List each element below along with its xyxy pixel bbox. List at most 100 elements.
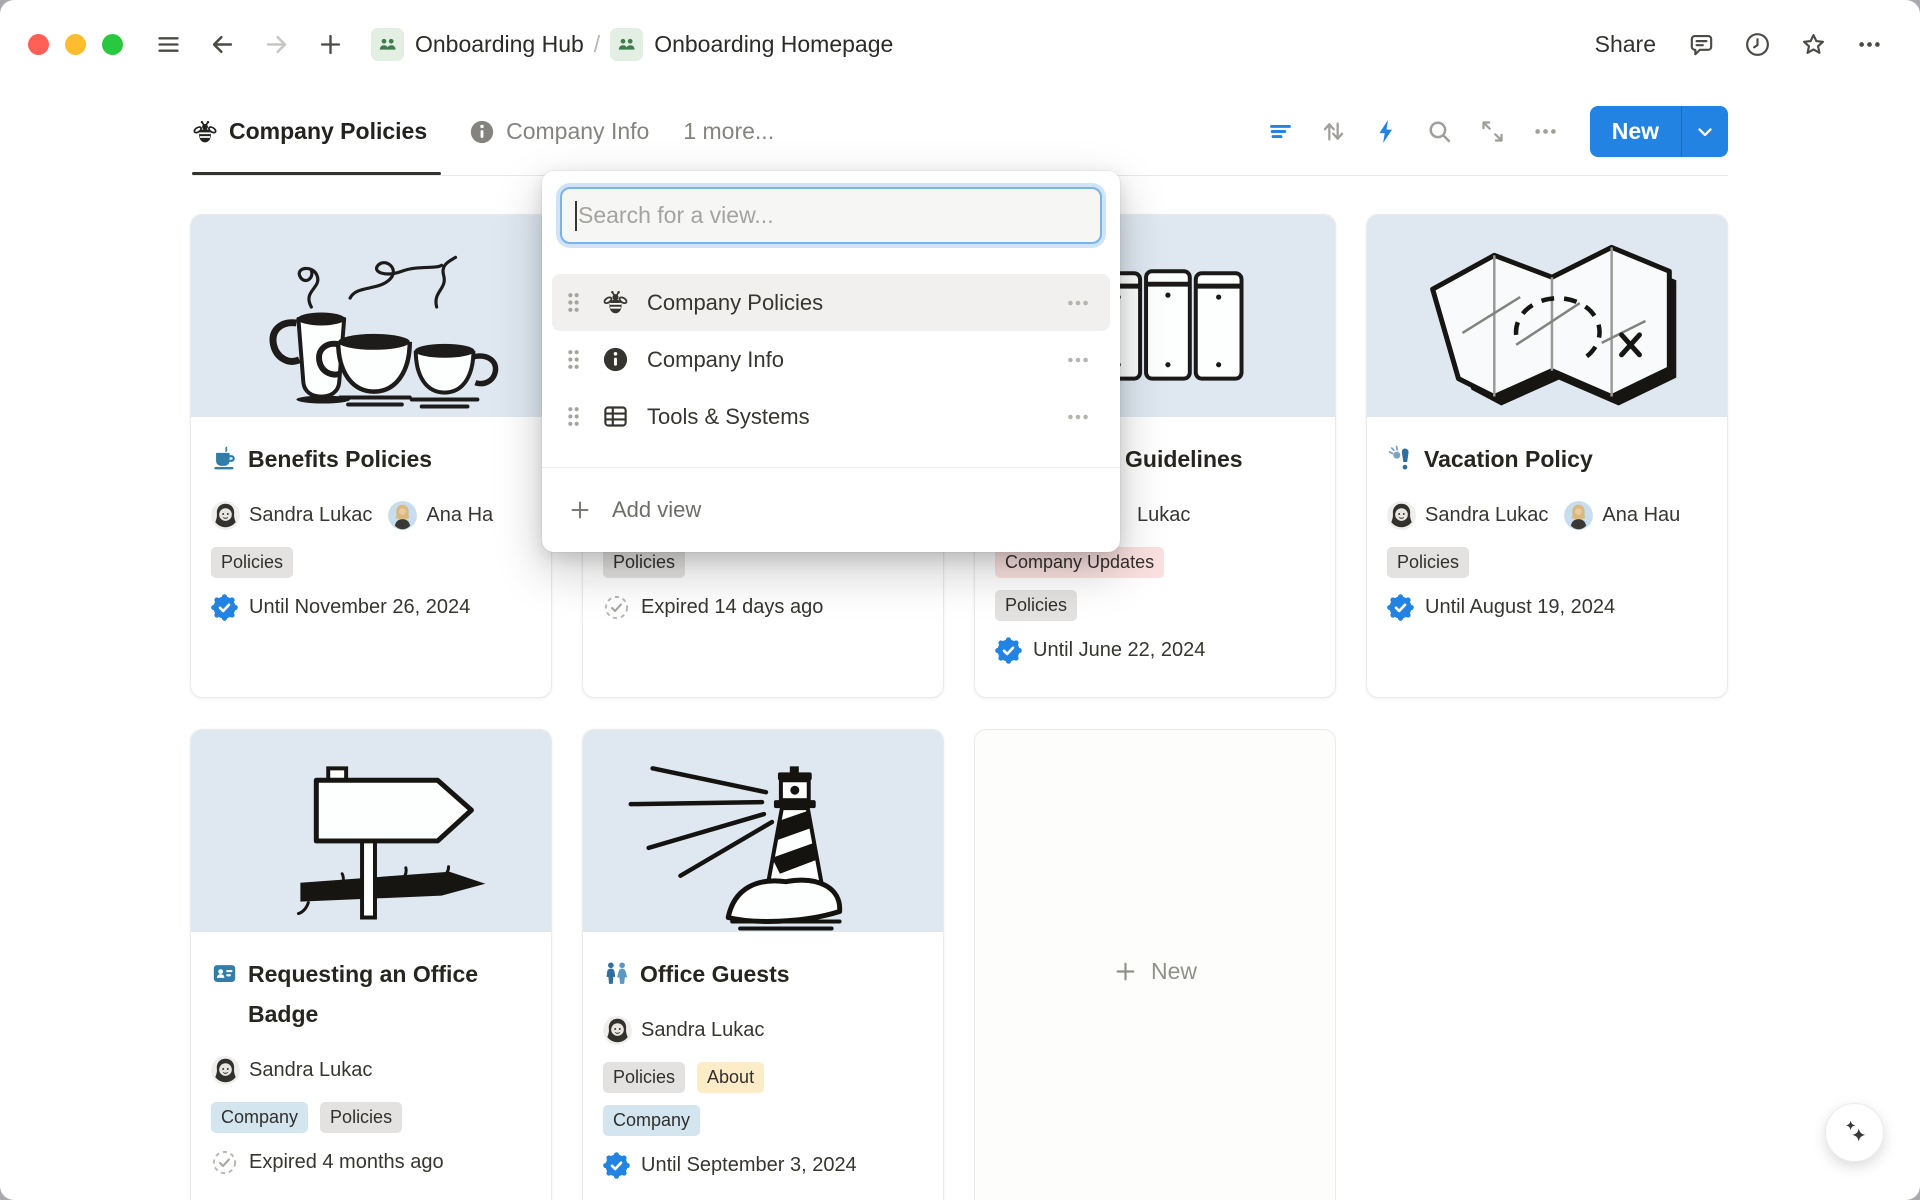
expand-icon[interactable] — [1466, 109, 1519, 155]
forward-icon[interactable] — [255, 23, 297, 65]
card-people-row: Sandra Lukac Ana Hau — [1387, 497, 1727, 533]
status-text: Until August 19, 2024 — [1425, 596, 1615, 619]
comment-icon[interactable] — [1680, 23, 1722, 65]
card-office-badge[interactable]: Requesting an Office BadgeSandra LukacCo… — [190, 729, 552, 1200]
topbar: Onboarding Hub / Onboarding Homepage Sha… — [0, 0, 1920, 88]
sidebar-menu-icon[interactable] — [147, 23, 189, 65]
back-icon[interactable] — [201, 23, 243, 65]
share-button[interactable]: Share — [1585, 25, 1666, 64]
tag-policies: Policies — [320, 1102, 402, 1133]
tag-policies: Policies — [995, 590, 1077, 621]
card-benefits-policies[interactable]: Benefits PoliciesSandra LukacAna HaPolic… — [190, 214, 552, 698]
card-status-row: Until June 22, 2024 — [995, 637, 1335, 664]
avatar-ana — [1564, 501, 1593, 530]
breadcrumb-page[interactable]: Onboarding Homepage — [604, 24, 899, 65]
avatar-ana — [388, 501, 417, 530]
new-card-placeholder[interactable]: New — [974, 729, 1336, 1200]
more-icon[interactable] — [1848, 23, 1890, 65]
view-menu-item-0[interactable]: Company Policies — [552, 274, 1110, 331]
drag-handle-icon[interactable] — [566, 405, 586, 428]
window-controls — [28, 34, 123, 55]
person: Lukac — [1137, 504, 1190, 527]
breadcrumb-separator: / — [594, 31, 600, 58]
more-views-button[interactable]: 1 more... — [683, 118, 774, 145]
status-text: Until June 22, 2024 — [1033, 639, 1205, 662]
history-icon[interactable] — [1736, 23, 1778, 65]
card-status-row: Until November 26, 2024 — [211, 594, 551, 621]
plus-icon — [1113, 959, 1138, 984]
view-search-input[interactable] — [560, 187, 1102, 244]
view-menu-item-label: Company Info — [647, 347, 1060, 373]
chevron-down-icon[interactable] — [1682, 106, 1728, 157]
person-name: Ana Ha — [426, 504, 493, 527]
topbar-actions: Share — [1585, 23, 1890, 65]
new-card-text: New — [1151, 958, 1197, 985]
view-menu-item-label: Company Policies — [647, 290, 1060, 316]
verified-icon — [1387, 594, 1414, 621]
card-vacation-policy[interactable]: Vacation PolicySandra LukacAna HauPolici… — [1366, 214, 1728, 698]
star-icon[interactable] — [1792, 23, 1834, 65]
card-title: Requesting an Office Badge — [248, 954, 495, 1034]
tag-policies: Policies — [603, 1062, 685, 1093]
card-tag-row: PoliciesAbout — [603, 1062, 943, 1093]
card-title: Benefits Policies — [248, 439, 432, 479]
view-menu-item-2[interactable]: Tools & Systems — [552, 388, 1110, 445]
drag-handle-icon[interactable] — [566, 348, 586, 371]
add-view-button[interactable]: Add view — [542, 468, 1120, 552]
card-tag-row: Company — [603, 1105, 943, 1136]
new-page-icon[interactable] — [309, 23, 351, 65]
expired-icon — [603, 594, 630, 621]
mug-icon — [211, 445, 238, 472]
tab-company-policies[interactable]: Company Policies — [192, 88, 441, 175]
verified-icon — [995, 637, 1022, 664]
card-title-row: Requesting an Office Badge — [211, 954, 551, 1034]
card-office-guests[interactable]: Office GuestsSandra LukacPoliciesAboutCo… — [582, 729, 944, 1200]
card-title-row: Office Guests — [603, 954, 943, 994]
avatar-sandra — [211, 501, 240, 530]
person: Ana Hau — [1564, 501, 1680, 530]
search-icon[interactable] — [1413, 109, 1466, 155]
people-green-icon — [610, 28, 643, 61]
notion-ai-button[interactable] — [1825, 1103, 1884, 1162]
bolt-icon[interactable] — [1360, 109, 1413, 155]
more-icon[interactable] — [1519, 109, 1572, 155]
card-tag-row: CompanyPolicies — [211, 1102, 551, 1133]
people-green-icon — [371, 28, 404, 61]
tab-label: Company Policies — [229, 118, 427, 145]
tag-company: Company — [603, 1105, 700, 1136]
view-item-more-icon[interactable] — [1060, 345, 1096, 375]
tag-policies: Policies — [211, 547, 293, 578]
view-menu-item-1[interactable]: Company Info — [552, 331, 1110, 388]
tab-label: Company Info — [506, 118, 649, 145]
card-cover-signpost-sketch — [191, 730, 551, 932]
info-icon — [602, 346, 629, 373]
card-cover-lighthouse-sketch — [583, 730, 943, 932]
window-minimize-button[interactable] — [65, 34, 86, 55]
breadcrumb-hub[interactable]: Onboarding Hub — [365, 24, 590, 65]
status-text: Expired 14 days ago — [641, 596, 823, 619]
card-body: Vacation PolicySandra LukacAna HauPolici… — [1367, 417, 1727, 697]
person: Sandra Lukac — [1387, 501, 1548, 530]
sparkles-icon — [1839, 1117, 1870, 1148]
view-item-more-icon[interactable] — [1060, 288, 1096, 318]
view-item-more-icon[interactable] — [1060, 402, 1096, 432]
window-zoom-button[interactable] — [102, 34, 123, 55]
view-search — [560, 187, 1102, 244]
new-card-label: New — [1113, 958, 1197, 985]
sort-icon[interactable] — [1307, 109, 1360, 155]
card-status-row: Expired 14 days ago — [603, 594, 943, 621]
person-name: Lukac — [1137, 504, 1190, 527]
card-status-row: Until September 3, 2024 — [603, 1152, 943, 1179]
drag-handle-icon[interactable] — [566, 291, 586, 314]
new-button-label[interactable]: New — [1590, 106, 1681, 157]
breadcrumb-hub-label: Onboarding Hub — [415, 31, 584, 58]
tab-company-info[interactable]: Company Info — [469, 88, 649, 175]
view-actions: New — [1254, 106, 1728, 157]
view-tabs: Company Policies Company Info 1 more... — [192, 88, 774, 175]
card-title-row: Vacation Policy — [1387, 439, 1727, 479]
window-close-button[interactable] — [28, 34, 49, 55]
new-button[interactable]: New — [1590, 106, 1728, 157]
filter-icon[interactable] — [1254, 109, 1307, 155]
avatar-sandra — [211, 1056, 240, 1085]
badge-icon — [211, 960, 238, 987]
